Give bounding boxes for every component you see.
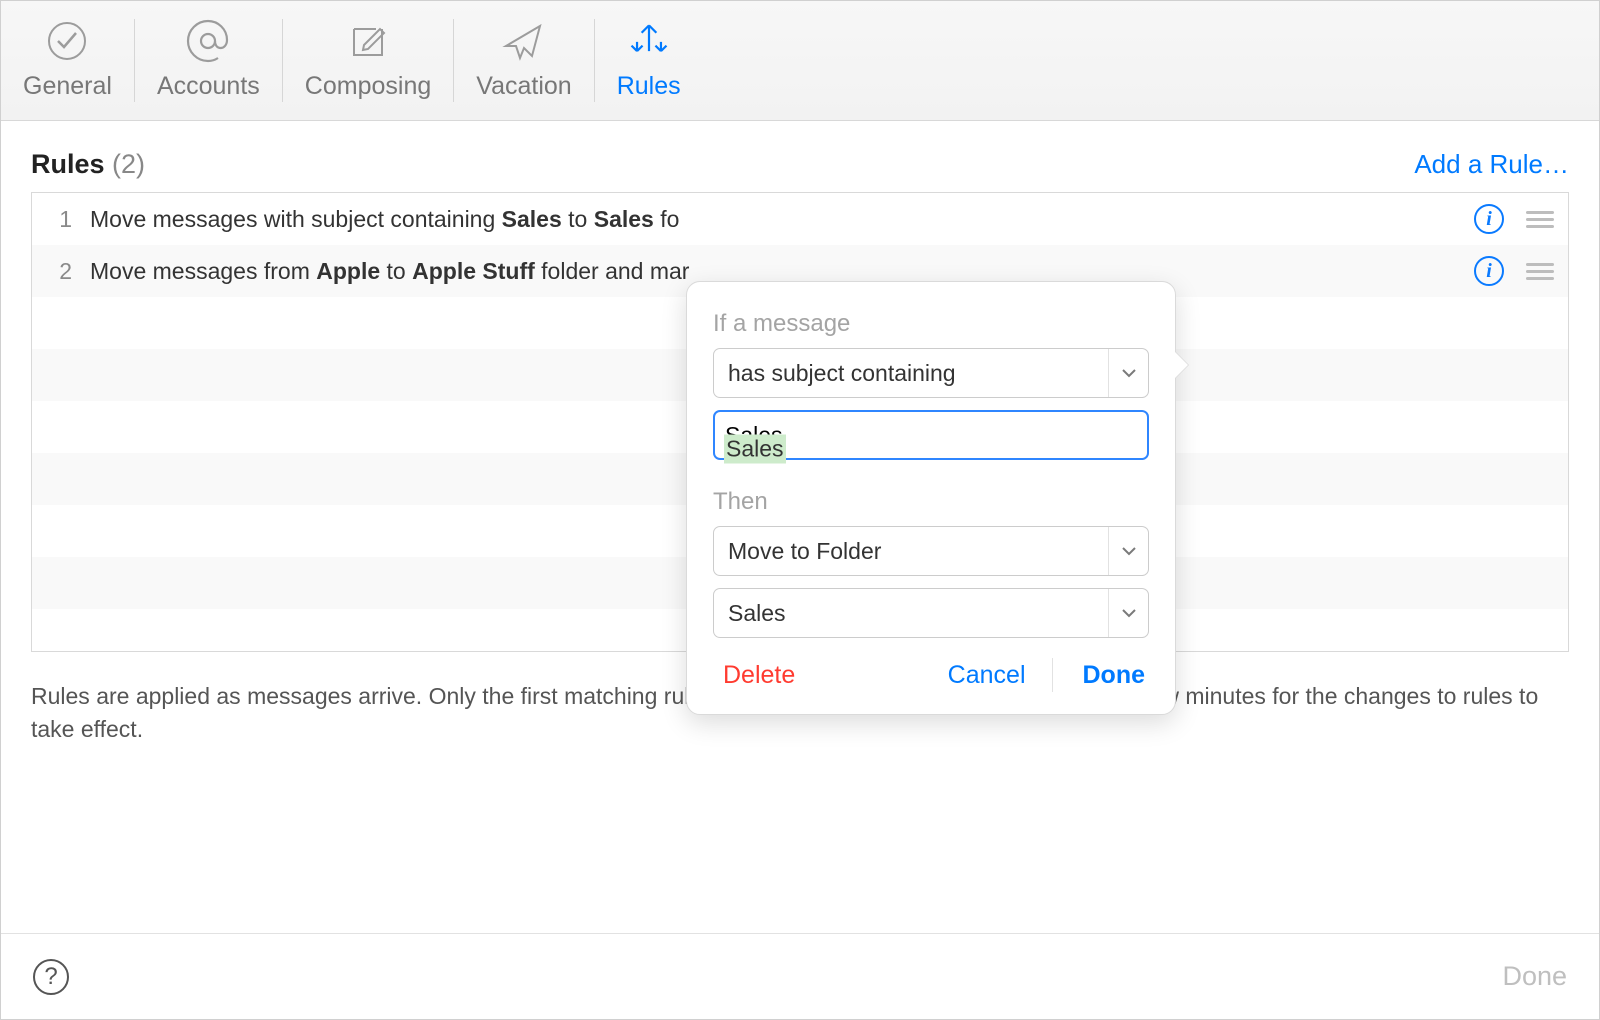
- condition-value-wrapper: Sales: [713, 410, 1149, 488]
- info-icon[interactable]: i: [1474, 204, 1504, 234]
- tab-vacation[interactable]: Vacation: [454, 1, 593, 120]
- delete-button[interactable]: Delete: [713, 661, 795, 690]
- info-icon[interactable]: i: [1474, 256, 1504, 286]
- tab-rules[interactable]: Rules: [595, 1, 703, 120]
- add-rule-link[interactable]: Add a Rule…: [1414, 149, 1569, 180]
- rule-editor-popover: If a message has subject containing Sale…: [686, 281, 1176, 715]
- chevron-down-icon: [1108, 527, 1148, 575]
- at-sign-icon: [185, 18, 231, 64]
- rules-title: Rules (2): [31, 149, 145, 180]
- row-index: 2: [50, 258, 72, 285]
- airplane-icon: [501, 18, 547, 64]
- then-label: Then: [713, 488, 1149, 516]
- drag-handle-icon[interactable]: [1524, 207, 1556, 232]
- tab-label: Accounts: [157, 72, 260, 101]
- content-area: Rules (2) Add a Rule… 1 Move messages wi…: [1, 121, 1599, 933]
- check-circle-icon: [44, 18, 90, 64]
- if-label: If a message: [713, 310, 1149, 338]
- divider: [1052, 658, 1053, 692]
- footer-done-button[interactable]: Done: [1502, 961, 1567, 992]
- tab-label: Vacation: [476, 72, 571, 101]
- chevron-down-icon: [1108, 349, 1148, 397]
- destination-folder-select[interactable]: Sales: [713, 588, 1149, 638]
- tab-label: General: [23, 72, 112, 101]
- done-button[interactable]: Done: [1079, 661, 1150, 690]
- rules-header: Rules (2) Add a Rule…: [31, 149, 1569, 180]
- rules-count: (2): [112, 149, 145, 179]
- select-value: Move to Folder: [714, 538, 1108, 565]
- condition-value-input[interactable]: [713, 410, 1149, 460]
- preferences-window: General Accounts Composing: [0, 0, 1600, 1020]
- rules-icon: [626, 18, 672, 64]
- help-icon[interactable]: ?: [33, 959, 69, 995]
- bottom-bar: ? Done: [1, 933, 1599, 1019]
- popover-footer: Delete Cancel Done: [713, 658, 1149, 692]
- compose-icon: [345, 18, 391, 64]
- drag-handle-icon[interactable]: [1524, 259, 1556, 284]
- rules-title-text: Rules: [31, 149, 105, 179]
- tab-general[interactable]: General: [1, 1, 134, 120]
- tab-accounts[interactable]: Accounts: [135, 1, 282, 120]
- cancel-button[interactable]: Cancel: [948, 661, 1026, 690]
- tab-composing[interactable]: Composing: [283, 1, 453, 120]
- chevron-down-icon: [1108, 589, 1148, 637]
- table-row[interactable]: 1 Move messages with subject containing …: [32, 193, 1568, 245]
- row-description: Move messages with subject containing Sa…: [90, 206, 1456, 233]
- action-type-select[interactable]: Move to Folder: [713, 526, 1149, 576]
- tab-label: Composing: [305, 72, 431, 101]
- condition-type-select[interactable]: has subject containing: [713, 348, 1149, 398]
- preferences-toolbar: General Accounts Composing: [1, 1, 1599, 121]
- tab-label: Rules: [617, 72, 681, 101]
- select-value: has subject containing: [714, 360, 1108, 387]
- select-value: Sales: [714, 600, 1108, 627]
- row-index: 1: [50, 206, 72, 233]
